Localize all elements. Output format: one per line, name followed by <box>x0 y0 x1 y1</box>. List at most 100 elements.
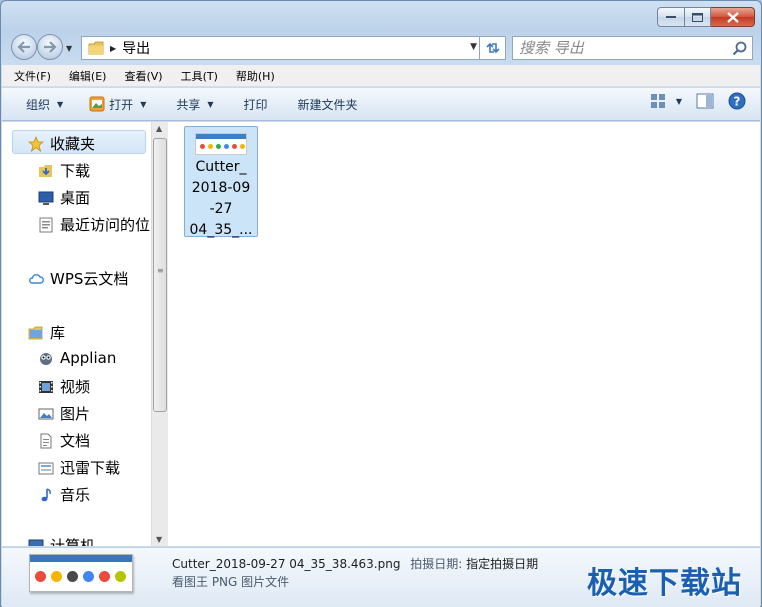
recent-pages-chevron-icon[interactable]: ▼ <box>66 44 72 53</box>
nav-computer[interactable]: 计算机 <box>28 535 95 546</box>
grip-icon: ≡ <box>157 266 164 275</box>
computer-icon <box>28 538 44 546</box>
open-label: 打开 <box>109 97 134 112</box>
scroll-up-icon[interactable]: ▲ <box>156 124 162 133</box>
maximize-button[interactable] <box>685 7 711 27</box>
file-tile[interactable]: Cutter_ 2018-09 -27 04_35_... <box>184 126 258 238</box>
close-button[interactable] <box>711 7 755 27</box>
new-folder-button[interactable]: 新建文件夹 <box>292 92 364 116</box>
address-dropdown-icon[interactable]: ▼ <box>470 42 477 52</box>
preview-pane-icon[interactable] <box>696 93 714 109</box>
nav-pictures-label: 图片 <box>60 405 91 423</box>
search-icon[interactable] <box>732 41 747 56</box>
organize-button[interactable]: 组织 ▼ <box>20 92 69 116</box>
maximize-icon <box>692 12 703 22</box>
address-bar[interactable]: ▶ 导出 ▼ <box>81 36 480 60</box>
document-icon <box>38 433 54 449</box>
nav-recent-places[interactable]: 最近访问的位 <box>38 214 150 235</box>
search-input[interactable] <box>519 37 719 59</box>
forward-button[interactable] <box>37 34 63 60</box>
details-date-label: 拍摄日期: <box>410 557 463 571</box>
picture-icon <box>38 406 54 422</box>
print-label: 打印 <box>243 97 268 112</box>
nav-desktop-label: 桌面 <box>60 189 91 207</box>
nav-wps-cloud[interactable]: WPS云文档 <box>28 268 128 289</box>
nav-computer-label: 计算机 <box>50 537 96 546</box>
arrow-left-icon <box>17 41 30 53</box>
details-filename-text: Cutter_2018-09-27 04_35_38.463.png <box>172 557 401 571</box>
refresh-button[interactable] <box>480 36 506 60</box>
help-icon[interactable]: ? <box>728 92 746 110</box>
nav-favorites-label: 收藏夹 <box>50 135 96 153</box>
music-note-icon <box>38 487 54 503</box>
details-pane: Cutter_2018-09-27 04_35_38.463.png 拍摄日期:… <box>2 547 760 607</box>
nav-videos-label: 视频 <box>60 378 91 396</box>
menu-help[interactable]: 帮助(H) <box>236 68 275 84</box>
desktop-icon <box>38 190 54 206</box>
nav-downloads[interactable]: 下载 <box>38 160 90 181</box>
owl-icon <box>38 350 54 366</box>
close-icon <box>726 11 739 23</box>
navigation-pane: 收藏夹 下载 桌面 最近访问的位 WPS云文档 库 Applian 视频 图片 … <box>2 122 151 546</box>
breadcrumb-separator-icon[interactable]: ▶ <box>110 44 116 53</box>
nav-documents-label: 文档 <box>60 432 91 450</box>
command-bar: 组织 ▼ 打开 ▼ 共享 ▼ 打印 新建文件夹 ▼ ? <box>2 88 760 121</box>
menu-tools[interactable]: 工具(T) <box>181 68 218 84</box>
file-name-line: 04_35_... <box>189 222 253 238</box>
image-viewer-icon <box>89 96 105 112</box>
chevron-down-icon: ▼ <box>140 99 147 109</box>
details-filename: Cutter_2018-09-27 04_35_38.463.png 拍摄日期:… <box>172 555 538 572</box>
recent-places-icon <box>38 217 54 233</box>
nav-recent-places-label: 最近访问的位 <box>60 216 151 234</box>
print-button[interactable]: 打印 <box>238 92 274 116</box>
nav-scrollbar[interactable]: ▲ ≡ ▼ <box>151 122 168 546</box>
menu-view[interactable]: 查看(V) <box>124 68 162 84</box>
arrow-right-icon <box>44 41 57 53</box>
file-name-line: 2018-09 <box>191 180 251 196</box>
file-preview-thumbnail <box>29 554 133 592</box>
nav-thunder-downloads[interactable]: 迅雷下载 <box>38 457 120 478</box>
file-thumbnail <box>195 133 247 155</box>
nav-favorites[interactable]: 收藏夹 <box>28 133 95 154</box>
file-name: Cutter_ 2018-09 -27 04_35_... <box>185 157 257 241</box>
library-icon <box>28 325 44 341</box>
share-button[interactable]: 共享 ▼ <box>170 92 219 116</box>
scroll-thumb[interactable]: ≡ <box>153 138 167 412</box>
search-box[interactable] <box>512 36 753 60</box>
nav-desktop[interactable]: 桌面 <box>38 187 90 208</box>
nav-music-label: 音乐 <box>60 486 91 504</box>
nav-downloads-label: 下载 <box>60 162 91 180</box>
breadcrumb-current[interactable]: 导出 <box>122 38 150 58</box>
details-date-value[interactable]: 指定拍摄日期 <box>466 557 538 571</box>
chevron-down-icon: ▼ <box>207 99 214 109</box>
menu-edit[interactable]: 编辑(E) <box>69 68 107 84</box>
star-icon <box>28 135 44 152</box>
video-icon <box>38 379 54 395</box>
scroll-down-icon[interactable]: ▼ <box>156 535 162 544</box>
file-list[interactable]: Cutter_ 2018-09 -27 04_35_... <box>168 122 760 546</box>
menu-bar: 文件(F) 编辑(E) 查看(V) 工具(T) 帮助(H) <box>2 65 760 87</box>
view-dropdown-icon[interactable]: ▼ <box>676 97 682 106</box>
nav-applian[interactable]: Applian <box>38 349 116 367</box>
new-folder-label: 新建文件夹 <box>297 97 358 112</box>
minimize-icon <box>666 16 676 18</box>
back-button[interactable] <box>11 34 37 60</box>
nav-documents[interactable]: 文档 <box>38 430 90 451</box>
download-library-icon <box>38 460 54 476</box>
nav-libraries[interactable]: 库 <box>28 322 65 343</box>
caption-buttons <box>657 7 755 27</box>
watermark-logo: 极速下载站 <box>587 566 742 601</box>
file-name-line: -27 <box>209 201 233 217</box>
minimize-button[interactable] <box>657 7 685 27</box>
menu-file[interactable]: 文件(F) <box>14 68 51 84</box>
nav-thunder-downloads-label: 迅雷下载 <box>60 459 121 477</box>
chevron-down-icon: ▼ <box>57 99 64 109</box>
view-options-icon[interactable] <box>650 93 668 109</box>
nav-pictures[interactable]: 图片 <box>38 403 90 424</box>
nav-libraries-label: 库 <box>50 324 66 342</box>
folder-icon <box>88 41 104 55</box>
nav-music[interactable]: 音乐 <box>38 484 90 505</box>
open-button[interactable]: 打开 ▼ <box>83 92 152 116</box>
file-name-line: Cutter_ <box>195 159 247 175</box>
nav-videos[interactable]: 视频 <box>38 376 90 397</box>
